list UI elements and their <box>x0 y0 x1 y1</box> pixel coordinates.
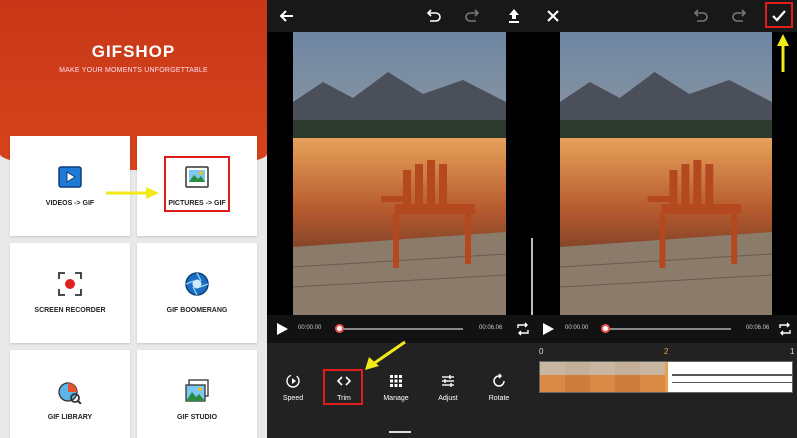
export-icon[interactable] <box>503 5 525 27</box>
redo-icon[interactable] <box>729 5 751 27</box>
card-label: GIF LIBRARY <box>47 414 93 421</box>
aperture-icon <box>185 272 209 296</box>
loop-icon[interactable] <box>778 322 792 336</box>
trim-timeline: 0 2 1 <box>535 343 797 438</box>
trim-screen: 00:00.00 00:06.06 0 2 1 <box>535 0 797 438</box>
gifshop-home-screen: GIFSHOP MAKE YOUR MOMENTS UNFORGETTABLE … <box>0 0 267 438</box>
tool-label: Rotate <box>488 395 510 402</box>
speed-icon <box>286 374 300 388</box>
loop-icon[interactable] <box>516 322 530 336</box>
grid-icon <box>390 375 402 387</box>
sliders-icon <box>442 375 454 387</box>
total-time: 00:06.06 <box>746 325 770 331</box>
card-label: GIF BOOMERANG <box>166 307 228 314</box>
trim-toolbar <box>535 0 797 32</box>
highlight-confirm-box <box>765 2 793 28</box>
tool-label: Adjust <box>438 395 458 402</box>
seek-handle[interactable] <box>601 324 610 333</box>
library-icon <box>58 382 82 404</box>
play-icon[interactable] <box>275 322 289 336</box>
rotate-icon <box>493 373 505 387</box>
page-indicator <box>389 431 411 433</box>
preview-area <box>267 32 535 315</box>
gif-editor-screen: 00:00.00 00:06.06 Speed Trim Manage Adju… <box>267 0 535 438</box>
card-label: VIDEOS -> GIF <box>45 200 95 207</box>
undo-icon[interactable] <box>689 5 711 27</box>
timeline-mark-start: 0 <box>539 347 544 356</box>
play-icon[interactable] <box>541 322 555 336</box>
arrow-pointer-icon <box>106 187 159 199</box>
timeline-mark-end: 1 <box>790 347 795 356</box>
video-play-icon <box>58 166 82 188</box>
seek-track[interactable] <box>605 328 731 330</box>
adjust-tool[interactable]: Adjust <box>428 373 468 402</box>
undo-icon[interactable] <box>422 5 444 27</box>
split-divider <box>531 238 533 315</box>
landscape-photo <box>293 32 506 315</box>
frame-strip[interactable] <box>539 361 793 393</box>
seek-handle[interactable] <box>335 324 344 333</box>
trim-playback-bar: 00:00.00 00:06.06 <box>535 315 797 343</box>
tool-label: Speed <box>282 395 304 402</box>
app-title: GIFSHOP <box>91 42 176 61</box>
current-time: 00:00.00 <box>298 325 322 331</box>
speed-tool[interactable]: Speed <box>273 373 313 402</box>
seek-track[interactable] <box>339 328 463 330</box>
arrow-pointer-icon <box>777 34 789 72</box>
highlight-trim-box <box>323 369 363 405</box>
gif-boomerang-card[interactable]: GIF BOOMERANG <box>137 243 257 343</box>
card-label: SCREEN RECORDER <box>34 307 106 314</box>
screen-recorder-card[interactable]: SCREEN RECORDER <box>10 243 130 343</box>
landscape-photo <box>560 32 772 315</box>
highlight-pictures-box <box>164 156 230 212</box>
gif-studio-card[interactable]: GIF STUDIO <box>137 350 257 438</box>
arrow-pointer-icon <box>365 340 406 370</box>
tool-label: Manage <box>383 395 409 402</box>
frame-thumbnails <box>540 362 792 392</box>
gif-library-card[interactable]: GIF LIBRARY <box>10 350 130 438</box>
editor-toolbar <box>267 0 535 32</box>
trim-preview-area <box>535 32 797 315</box>
screen-record-icon <box>58 272 82 296</box>
manage-tool[interactable]: Manage <box>376 373 416 402</box>
playback-bar: 00:00.00 00:06.06 <box>267 315 535 343</box>
timeline-mark-current: 2 <box>664 347 669 356</box>
total-time: 00:06.06 <box>479 325 503 331</box>
card-label: GIF STUDIO <box>176 414 218 421</box>
redo-icon[interactable] <box>462 5 484 27</box>
back-arrow-icon[interactable] <box>276 5 298 27</box>
current-time: 00:00.00 <box>565 325 589 331</box>
studio-icon <box>185 379 209 402</box>
rotate-tool[interactable]: Rotate <box>479 373 519 402</box>
close-icon[interactable] <box>542 5 564 27</box>
app-tagline: MAKE YOUR MOMENTS UNFORGETTABLE <box>59 67 208 74</box>
